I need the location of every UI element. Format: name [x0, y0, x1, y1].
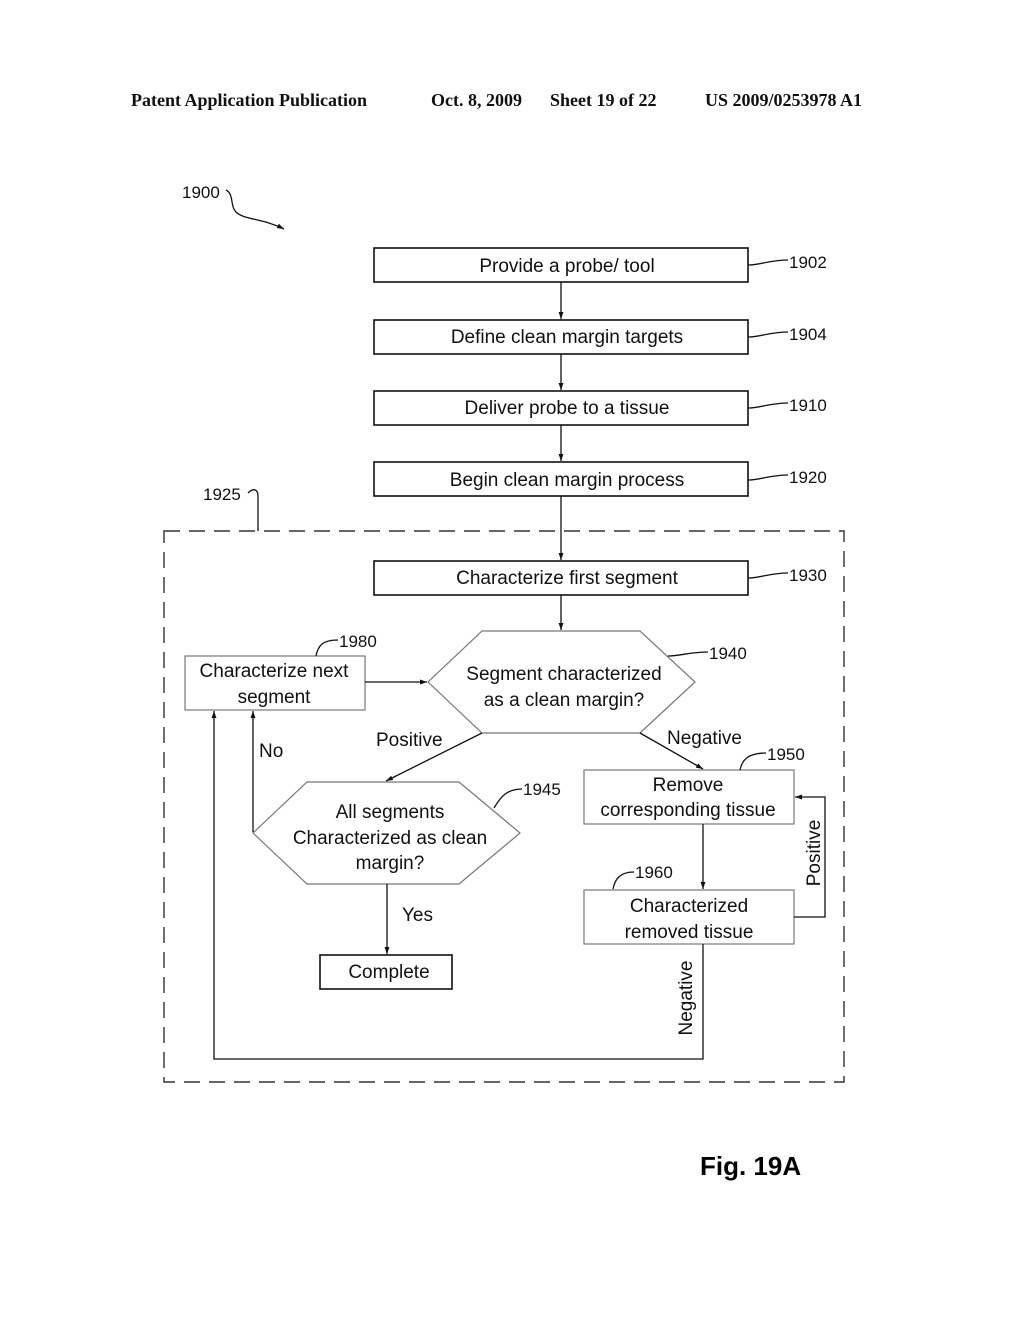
ref-1940-leader — [667, 651, 709, 657]
ref-1910: 1910 — [789, 396, 827, 415]
node-1980-label-line1: Characterize next — [200, 661, 350, 682]
node-complete: Complete — [319, 954, 453, 990]
node-1904: Define clean margin targets — [373, 319, 749, 355]
node-1940: Segment characterized as a clean margin? — [427, 630, 696, 734]
node-1920: Begin clean margin process — [373, 461, 749, 497]
node-1904-label: Define clean margin targets — [451, 327, 683, 348]
node-1945-label-line3: margin? — [356, 853, 425, 874]
ref-1945-leader — [493, 788, 523, 809]
edge-label-yes: Yes — [402, 905, 433, 926]
node-1960-label-line1: Characterized — [630, 896, 748, 917]
ref-1980-leader — [315, 639, 339, 657]
node-1902-label: Provide a probe/ tool — [479, 256, 654, 277]
ref-1945: 1945 — [523, 780, 561, 799]
node-1980-label-line2: segment — [238, 687, 312, 708]
node-1930: Characterize first segment — [373, 560, 749, 596]
edge-label-negative-1960: Negative — [676, 961, 697, 1036]
ref-1920-leader — [747, 474, 789, 481]
ref-1902: 1902 — [789, 253, 827, 272]
node-1945: All segments Characterized as clean marg… — [252, 781, 521, 885]
ref-1902-leader — [747, 259, 789, 266]
node-1910: Deliver probe to a tissue — [373, 390, 749, 426]
flowchart: 1900 1925 Provide a probe/ tool 1902 Def… — [163, 183, 845, 1181]
node-1950-label-line1: Remove — [653, 775, 724, 796]
ref-1925-leader — [247, 489, 259, 531]
edge-1960-1980 — [211, 711, 704, 1060]
ref-1980: 1980 — [339, 632, 377, 651]
ref-1910-leader — [747, 402, 789, 409]
ref-1900: 1900 — [182, 183, 220, 202]
ref-1904: 1904 — [789, 325, 827, 344]
node-complete-label: Complete — [348, 962, 429, 983]
ref-1904-leader — [747, 331, 789, 338]
node-1940-label-line2: as a clean margin? — [484, 690, 645, 711]
node-1960-label-line2: removed tissue — [625, 922, 754, 943]
ref-1930: 1930 — [789, 566, 827, 585]
edge-label-negative-1940: Negative — [667, 728, 742, 749]
ref-1900-leader — [225, 189, 285, 230]
node-1950-label-line2: corresponding tissue — [600, 800, 775, 821]
node-1960: Characterized removed tissue — [583, 889, 795, 945]
edge-label-no: No — [259, 741, 283, 762]
node-1945-label-line2: Characterized as clean — [293, 828, 487, 849]
node-1945-label-line1: All segments — [336, 802, 445, 823]
node-1902: Provide a probe/ tool — [373, 247, 749, 283]
node-1910-label: Deliver probe to a tissue — [465, 398, 670, 419]
ref-1925: 1925 — [203, 485, 241, 504]
figure-label: Fig. 19A — [700, 1151, 801, 1181]
ref-1950-leader — [739, 752, 767, 771]
node-1930-label: Characterize first segment — [456, 568, 678, 589]
node-1920-label: Begin clean margin process — [450, 470, 684, 491]
edge-label-positive-1940: Positive — [376, 730, 443, 751]
ref-1950: 1950 — [767, 745, 805, 764]
edge-label-positive-1960: Positive — [804, 820, 825, 887]
node-1940-label-line1: Segment characterized — [466, 664, 661, 685]
ref-1940: 1940 — [709, 644, 747, 663]
ref-1960-leader — [612, 871, 635, 890]
ref-1930-leader — [747, 572, 789, 579]
node-1980: Characterize next segment — [184, 655, 366, 711]
node-1950: Remove corresponding tissue — [583, 769, 795, 825]
ref-1960: 1960 — [635, 863, 673, 882]
ref-1920: 1920 — [789, 468, 827, 487]
